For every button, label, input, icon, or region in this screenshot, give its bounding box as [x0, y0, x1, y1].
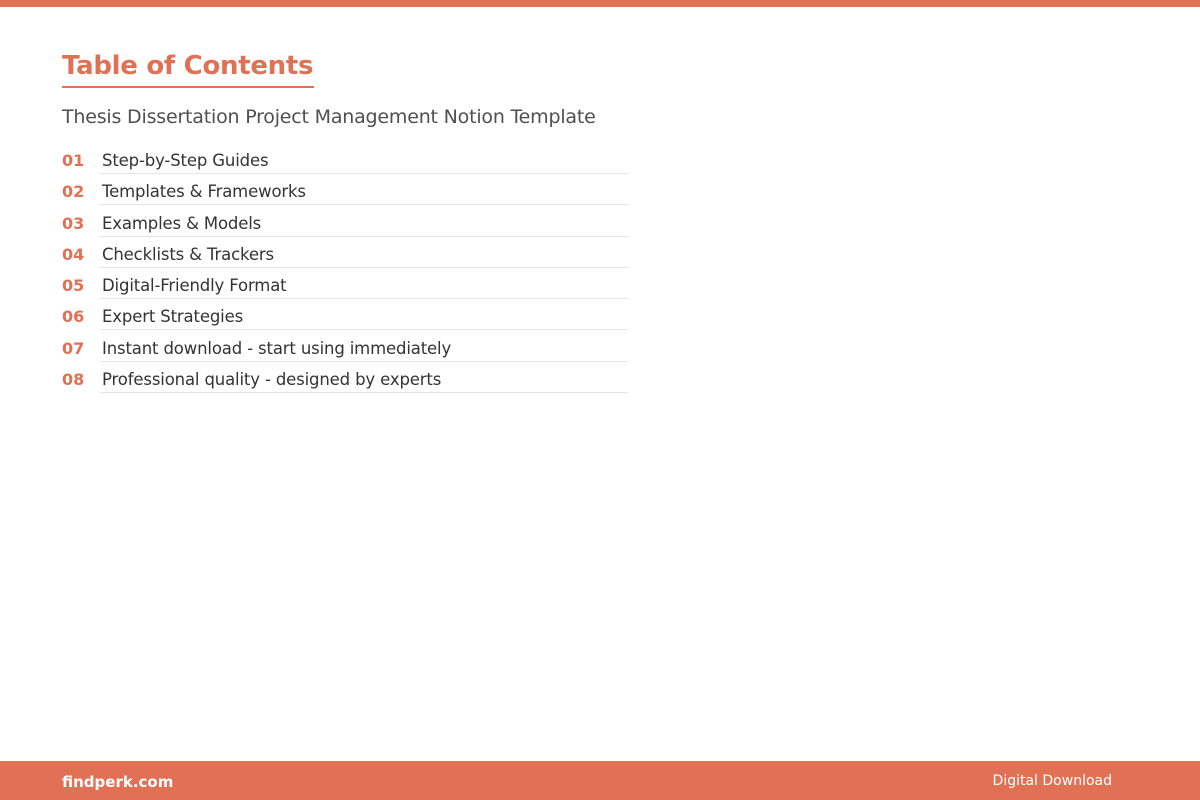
toc-number: 04 [62, 244, 85, 264]
title-block: Table of Contents [62, 48, 314, 88]
toc-label: Expert Strategies [102, 307, 244, 327]
toc-label: Examples & Models [102, 213, 262, 233]
table-of-contents: 01 Step-by-Step Guides 02 Templates & Frame… [62, 145, 628, 395]
toc-item: 06 Expert Strategies [62, 301, 628, 332]
title-underline [62, 86, 314, 88]
toc-item: 04 Checklists & Trackers [62, 239, 628, 270]
toc-item: 05 Digital-Friendly Format [62, 270, 628, 301]
toc-divider [100, 173, 628, 174]
page-title: Table of Contents [62, 51, 314, 81]
toc-label: Digital-Friendly Format [102, 276, 287, 296]
top-accent-bar [0, 0, 1200, 7]
toc-divider [100, 329, 628, 331]
footer-bar: findperk.com Digital Download [0, 761, 1200, 800]
toc-number: 03 [62, 213, 85, 233]
toc-label: Instant download - start using immediate… [102, 338, 452, 358]
toc-label: Professional quality - designed by exper… [102, 370, 442, 390]
toc-item: 08 Professional quality - designed by exp… [62, 364, 628, 395]
toc-divider [100, 235, 628, 237]
toc-label: Templates & Frameworks [102, 182, 306, 202]
toc-divider [100, 360, 628, 362]
toc-label: Checklists & Trackers [102, 244, 274, 264]
toc-divider [100, 298, 628, 300]
toc-number: 05 [62, 276, 85, 296]
toc-number: 02 [62, 182, 85, 202]
footer-tag: Digital Download [992, 773, 1112, 789]
toc-number: 06 [62, 307, 85, 327]
toc-divider [100, 392, 628, 394]
toc-item: 01 Step-by-Step Guides [62, 145, 628, 176]
toc-item: 03 Examples & Models [62, 208, 628, 239]
toc-divider [100, 266, 628, 268]
footer-brand: findperk.com [62, 773, 174, 791]
toc-number: 08 [62, 370, 85, 390]
toc-divider [100, 204, 628, 206]
toc-number: 01 [62, 151, 85, 170]
toc-label: Step-by-Step Guides [102, 151, 269, 170]
page-subtitle: Thesis Dissertation Project Management N… [62, 106, 596, 128]
toc-item: 07 Instant download - start using immedia… [62, 333, 628, 364]
toc-item: 02 Templates & Frameworks [62, 176, 628, 207]
toc-number: 07 [62, 338, 85, 358]
